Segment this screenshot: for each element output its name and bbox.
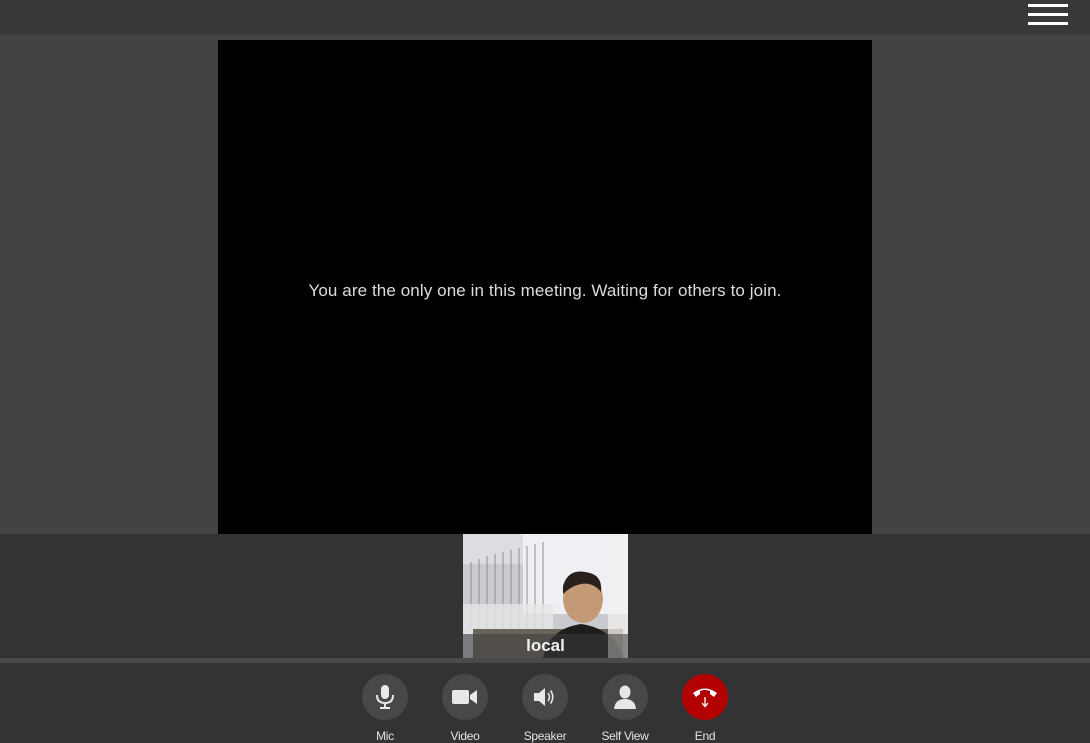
hamburger-menu-icon[interactable]	[1028, 3, 1068, 27]
menu-line	[1028, 22, 1068, 25]
waiting-message: You are the only one in this meeting. Wa…	[308, 281, 782, 300]
video-label: Video	[450, 729, 480, 743]
self-view-button-circle[interactable]	[602, 674, 648, 720]
video-camera-icon	[452, 690, 477, 704]
menu-line	[1028, 13, 1068, 16]
mic-button-circle[interactable]	[362, 674, 408, 720]
end-call-button[interactable]: End	[665, 674, 745, 743]
top-bar	[0, 0, 1090, 35]
end-label: End	[694, 729, 716, 743]
menu-line	[1028, 4, 1068, 7]
speaker-label: Speaker	[523, 729, 567, 743]
speaker-button-circle[interactable]	[522, 674, 568, 720]
speaker-button[interactable]: Speaker	[505, 674, 585, 743]
end-call-button-circle[interactable]	[682, 674, 728, 720]
filmstrip: local	[0, 534, 1090, 658]
hang-up-phone-icon	[693, 688, 717, 708]
video-button[interactable]: Video	[425, 674, 505, 743]
microphone-icon	[376, 685, 394, 709]
remote-video-stage: You are the only one in this meeting. Wa…	[218, 40, 872, 534]
main-video-area: You are the only one in this meeting. Wa…	[0, 35, 1090, 534]
self-view-label-text: Self View	[601, 729, 649, 743]
mic-label: Mic	[376, 729, 394, 743]
video-button-circle[interactable]	[442, 674, 488, 720]
self-view-label: local	[463, 634, 628, 658]
person-icon	[614, 685, 636, 709]
self-view-tile[interactable]: local	[463, 534, 628, 658]
mic-button[interactable]: Mic	[345, 674, 425, 743]
speaker-icon	[534, 688, 554, 706]
call-controls-bar: Mic Video Speaker Self View End	[0, 663, 1090, 743]
self-view-button[interactable]: Self View	[585, 674, 665, 743]
